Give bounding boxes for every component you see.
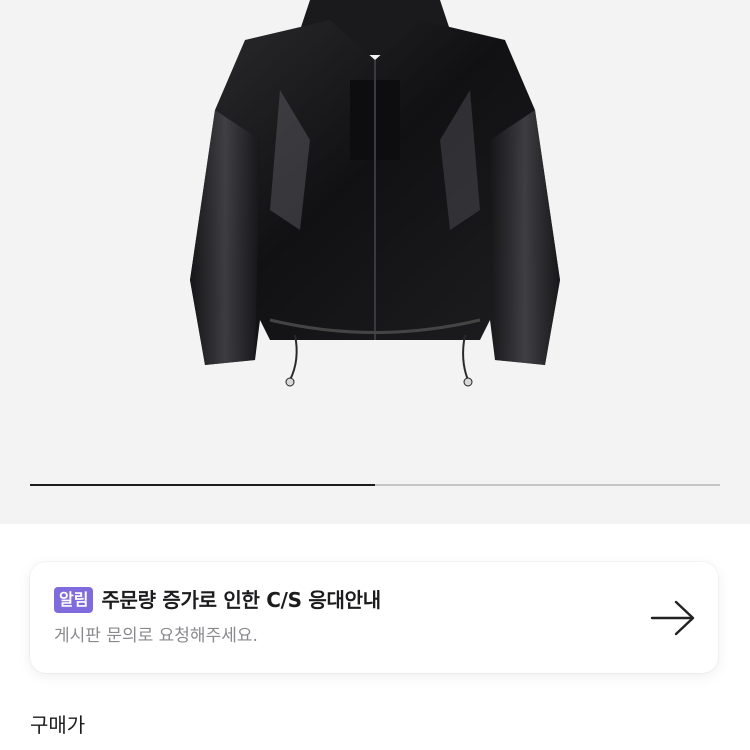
- carousel-progress-fill: [30, 484, 375, 486]
- product-image-area[interactable]: [0, 0, 750, 524]
- carousel-progress-track: [30, 484, 720, 486]
- notice-card[interactable]: 알림 주문량 증가로 인한 C/S 응대안내 게시판 문의로 요청해주세요.: [30, 562, 718, 673]
- price-label: 구매가: [30, 713, 86, 737]
- notice-title: 주문량 증가로 인한 C/S 응대안내: [101, 588, 381, 612]
- notice-badge: 알림: [54, 587, 94, 613]
- arrow-right-icon[interactable]: [650, 598, 696, 638]
- notice-title-row: 알림 주문량 증가로 인한 C/S 응대안내: [54, 587, 381, 613]
- notice-subtitle: 게시판 문의로 요청해주세요.: [54, 626, 258, 646]
- jacket-product-image: [190, 0, 560, 387]
